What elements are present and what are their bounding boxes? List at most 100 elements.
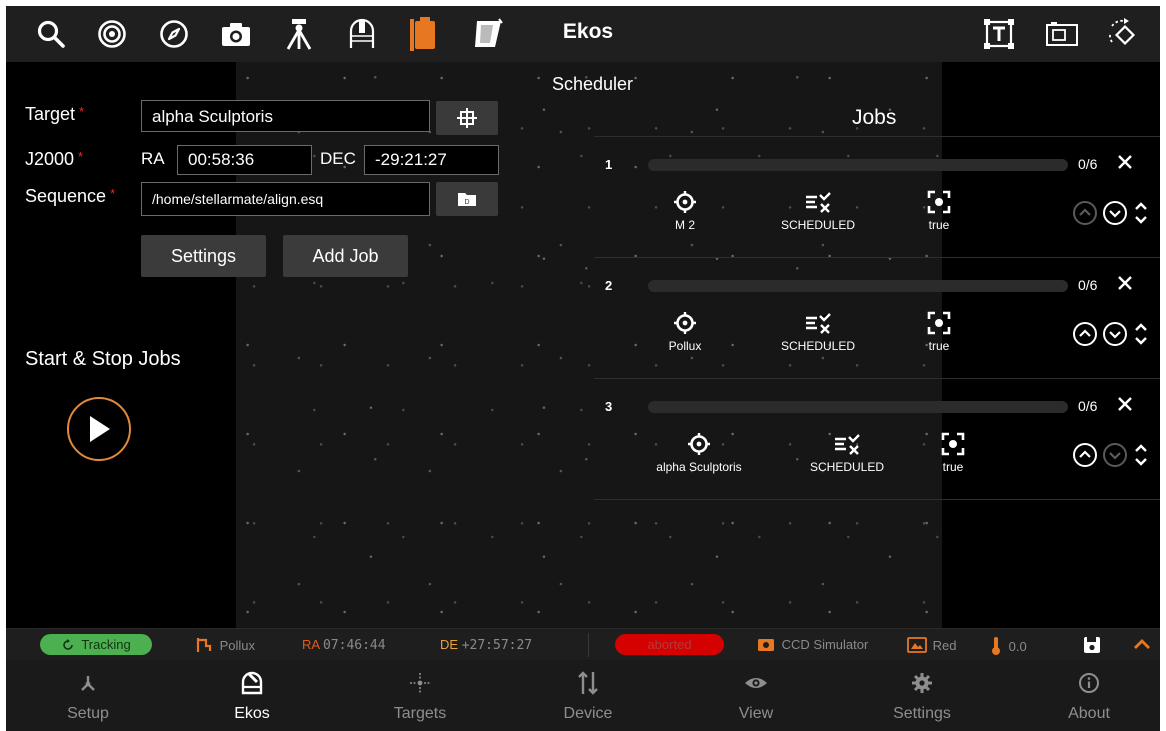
ra-label: RA xyxy=(141,149,165,168)
drag-handle-icon[interactable] xyxy=(1134,200,1148,226)
device-icon xyxy=(578,671,598,695)
filter-name: Red xyxy=(907,637,956,653)
folder-icon: D xyxy=(458,193,476,206)
svg-text:D: D xyxy=(464,199,469,206)
add-job-button[interactable]: Add Job xyxy=(283,235,408,277)
nav-item-setup[interactable]: Setup xyxy=(6,660,170,731)
camera-icon[interactable] xyxy=(218,16,254,52)
job-progress-text: 0/6 xyxy=(1078,398,1098,414)
nav-item-ekos[interactable]: Ekos xyxy=(170,660,334,731)
observatory-icon[interactable] xyxy=(344,16,380,52)
job-reorder-controls xyxy=(1072,321,1152,347)
move-up-icon[interactable] xyxy=(1072,200,1098,226)
target-icon[interactable] xyxy=(94,16,130,52)
nav-item-settings[interactable]: Settings xyxy=(840,660,1004,731)
move-up-icon[interactable] xyxy=(1072,321,1098,347)
settings-icon xyxy=(912,673,932,693)
sequence-input[interactable]: /home/stellarmate/align.esq xyxy=(141,182,430,216)
job-number: 1 xyxy=(605,157,613,172)
job-target: Pollux xyxy=(660,310,710,353)
settings-button[interactable]: Settings xyxy=(141,235,266,277)
app-title: Ekos xyxy=(562,20,614,43)
capture-state-badge: aborted xyxy=(615,634,724,655)
dust-cap-icon[interactable] xyxy=(407,16,443,52)
filter-icon xyxy=(907,637,927,653)
camera-name: CCD Simulator xyxy=(758,637,868,652)
focus-frame-icon xyxy=(927,190,951,214)
crosshair-icon xyxy=(674,191,696,213)
temperature: 0.0 xyxy=(991,637,1027,655)
tripod-icon[interactable] xyxy=(281,16,317,52)
schedule-list-icon xyxy=(835,434,860,455)
move-down-icon[interactable] xyxy=(1102,442,1128,468)
move-down-icon[interactable] xyxy=(1102,321,1128,347)
targets-icon xyxy=(410,673,430,693)
crosshair-icon xyxy=(457,108,477,128)
start-stop-title: Start & Stop Jobs xyxy=(25,348,181,370)
job-target: alpha Sculptoris xyxy=(644,431,754,474)
compass-icon[interactable] xyxy=(156,16,192,52)
tracking-badge: Tracking xyxy=(40,634,152,655)
bottom-nav: Setup Ekos Targets Device View Settings … xyxy=(6,660,1160,731)
close-icon xyxy=(1118,276,1132,290)
save-icon[interactable] xyxy=(1083,636,1101,659)
start-jobs-button[interactable] xyxy=(67,397,131,461)
mount-de: DE +27:57:27 xyxy=(440,637,533,653)
j2000-label: J2000 * xyxy=(25,149,84,169)
job-flag: true xyxy=(914,189,964,232)
schedule-list-icon xyxy=(806,192,831,213)
schedule-list-icon xyxy=(806,313,831,334)
nav-item-view[interactable]: View xyxy=(674,660,838,731)
remove-job-button[interactable] xyxy=(1114,393,1136,415)
search-icon[interactable] xyxy=(33,16,69,52)
text-box-icon[interactable] xyxy=(981,16,1017,52)
nav-item-about[interactable]: About xyxy=(1007,660,1160,731)
job-flag: true xyxy=(914,310,964,353)
view-icon xyxy=(745,678,767,688)
drag-handle-icon[interactable] xyxy=(1134,442,1148,468)
nav-item-device[interactable]: Device xyxy=(506,660,670,731)
remove-job-button[interactable] xyxy=(1114,151,1136,173)
thermometer-icon xyxy=(992,637,1000,655)
job-reorder-controls xyxy=(1072,442,1152,468)
job-target: M 2 xyxy=(660,189,710,232)
capture-frame-icon[interactable] xyxy=(1044,16,1080,52)
move-down-icon[interactable] xyxy=(1102,200,1128,226)
jobs-divider xyxy=(594,499,1160,500)
top-toolbar: Ekos xyxy=(6,6,1160,62)
job-number: 2 xyxy=(605,278,613,293)
camera-icon xyxy=(758,639,774,651)
job-progress-text: 0/6 xyxy=(1078,156,1098,172)
target-label: Target * xyxy=(25,104,85,124)
job-reorder-controls xyxy=(1072,200,1152,226)
drag-handle-icon[interactable] xyxy=(1134,321,1148,347)
ra-input[interactable]: 00:58:36 xyxy=(177,145,312,175)
job-number: 3 xyxy=(605,399,613,414)
nav-item-targets[interactable]: Targets xyxy=(338,660,502,731)
remove-job-button[interactable] xyxy=(1114,272,1136,294)
job-progress-bar xyxy=(648,159,1068,171)
job-row[interactable]: 3 0/6 alpha Sculptoris SCHEDULED true xyxy=(594,379,1160,499)
focus-frame-icon xyxy=(927,311,951,335)
dec-input[interactable]: -29:21:27 xyxy=(364,145,499,175)
ekos-icon xyxy=(241,671,263,695)
jobs-title: Jobs xyxy=(852,106,897,129)
crosshair-icon xyxy=(674,312,696,334)
mount-icon xyxy=(196,638,212,652)
job-flag: true xyxy=(928,431,978,474)
close-icon xyxy=(1118,397,1132,411)
dec-label: DEC xyxy=(320,149,356,168)
about-icon xyxy=(1079,673,1099,693)
crosshair-icon xyxy=(688,433,710,455)
dither-icon[interactable] xyxy=(1106,16,1142,52)
job-row[interactable]: 2 0/6 Pollux SCHEDULED true xyxy=(594,258,1160,378)
chevron-up-icon[interactable] xyxy=(1133,637,1151,656)
close-icon xyxy=(1118,155,1132,169)
find-target-button[interactable] xyxy=(436,101,498,135)
target-input[interactable]: alpha Sculptoris xyxy=(141,100,430,132)
move-up-icon[interactable] xyxy=(1072,442,1098,468)
mount-ra: RA 07:46:44 xyxy=(302,637,386,653)
flat-panel-icon[interactable] xyxy=(469,16,505,52)
job-row[interactable]: 1 0/6 M 2 SCHEDULED true xyxy=(594,137,1160,257)
browse-sequence-button[interactable]: D xyxy=(436,182,498,216)
